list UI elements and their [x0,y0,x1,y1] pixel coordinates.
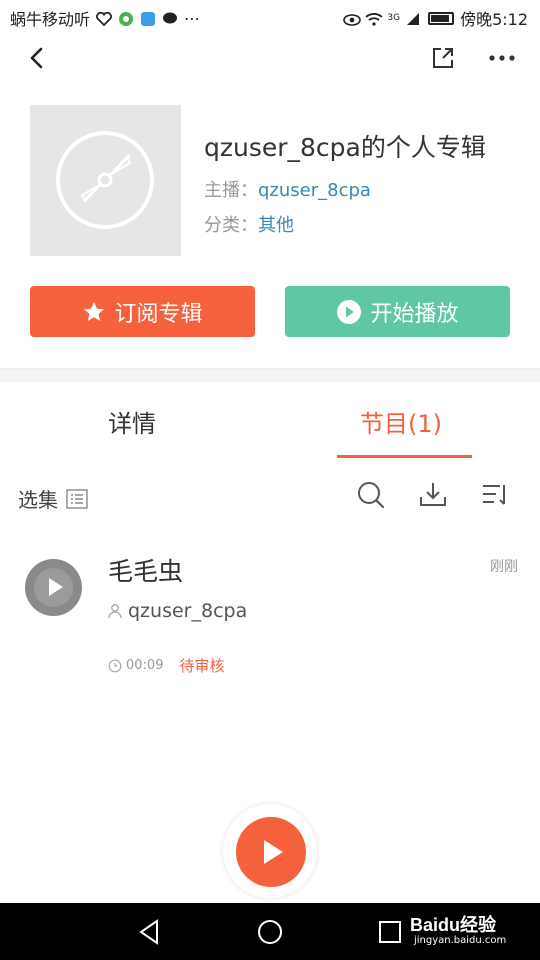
tab-active-indicator [337,455,472,458]
carrier-label: 蜗牛移动听 [10,10,91,29]
category-link[interactable]: 其他 [258,215,294,236]
back-button[interactable] [24,44,52,72]
album-cover [30,105,181,256]
search-icon [358,482,385,509]
square-recent-icon [379,921,401,943]
more-dots-icon [489,55,515,61]
host-link[interactable]: qzuser_8cpa [258,180,371,201]
user-icon [108,604,122,619]
watermark-brand: Baidu经验 [410,915,497,935]
status-bar: 蜗牛移动听 ⋯ 3G 傍晚5:12 [0,0,540,36]
track-meta-row: 00:09 待审核 [108,655,224,676]
clock: 傍晚5:12 [460,10,528,29]
search-button[interactable] [356,480,386,510]
signal-icon [406,11,422,25]
system-back-button[interactable] [135,917,165,947]
floating-play-button[interactable] [236,817,306,887]
more-notifications-icon: ⋯ [184,8,201,28]
app-icon [118,11,134,26]
wifi-icon [365,11,383,26]
sort-icon [483,485,505,505]
disc-icon [56,131,154,229]
episode-select-button[interactable]: 选集 [18,484,88,513]
star-icon [84,301,105,321]
system-nav-bar: Baidu经验 jingyan.baidu.com [0,903,540,960]
share-icon [433,48,453,68]
download-button[interactable] [418,480,448,510]
chevron-left-icon [30,47,43,69]
share-button[interactable] [429,44,457,72]
system-home-button[interactable] [255,917,285,947]
battery-icon [428,11,455,25]
host-row: 主播：qzuser_8cpa [204,176,371,202]
track-author: qzuser_8cpa [128,600,248,622]
list-icon [66,488,88,509]
start-play-button[interactable]: 开始播放 [285,286,510,337]
status-left: 蜗牛移动听 ⋯ [10,6,200,30]
sort-button[interactable] [480,480,510,510]
watermark-url: jingyan.baidu.com [414,935,507,946]
more-button[interactable] [487,44,517,72]
track-list-item[interactable]: 毛毛虫 刚刚 qzuser_8cpa 00:09 待审核 [0,540,540,690]
eye-icon [343,11,362,26]
track-title: 毛毛虫 [108,557,184,586]
tab-programs[interactable]: 节目(1) [360,404,442,439]
track-author-row: qzuser_8cpa [108,600,247,622]
category-label: 分类： [204,215,258,236]
track-duration: 00:09 [126,658,164,673]
tab-details[interactable]: 详情 [108,404,156,439]
download-icon [420,483,446,506]
circle-home-icon [258,920,282,944]
triangle-back-icon [139,919,158,945]
category-row: 分类：其他 [204,211,294,237]
subscribe-label: 订阅专辑 [114,301,203,327]
network-type: 3G [387,13,401,23]
play-circle-icon [337,299,362,324]
track-time-ago: 刚刚 [490,559,518,575]
chat-icon [162,11,178,25]
status-right: 3G 傍晚5:12 [343,6,528,30]
heart-icon [96,11,112,27]
track-play-button[interactable] [25,559,82,616]
episode-select-label: 选集 [18,488,58,512]
app-icon [140,11,156,26]
system-recent-button[interactable] [375,917,405,947]
clock-icon [108,659,122,672]
section-divider [0,368,540,382]
host-label: 主播： [204,180,258,201]
track-status: 待审核 [179,657,225,675]
top-nav [0,36,540,80]
start-play-label: 开始播放 [370,301,459,327]
album-title: qzuser_8cpa的个人专辑 [204,133,486,162]
subscribe-button[interactable]: 订阅专辑 [30,286,255,337]
